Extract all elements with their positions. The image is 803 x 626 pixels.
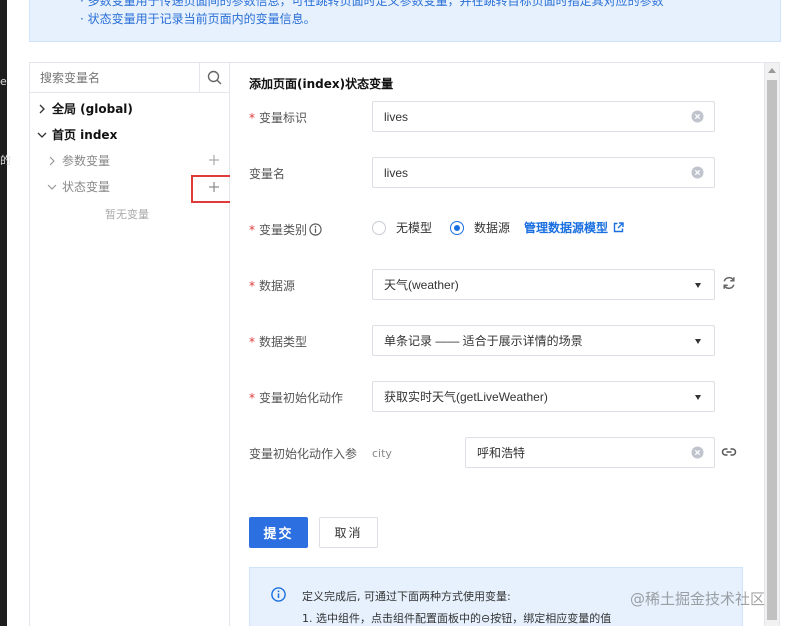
add-param-var-plus-icon[interactable]: [208, 154, 220, 166]
dropdown-arrow-icon: [695, 339, 701, 344]
info-icon: [271, 587, 286, 602]
var-type-label: * 变量类别: [249, 221, 322, 238]
submit-button[interactable]: 提交: [249, 517, 308, 548]
city-param-input[interactable]: 呼和浩特: [465, 437, 715, 468]
label-text: 变量标识: [259, 111, 308, 125]
banner-line: · 状态变量用于记录当前页面内的变量信息。: [80, 12, 316, 26]
label-text: 变量初始化动作: [259, 391, 344, 405]
scrollbar[interactable]: [764, 63, 779, 626]
required-mark: *: [249, 222, 255, 237]
required-mark: *: [249, 334, 255, 349]
var-name-label: 变量名: [249, 165, 285, 182]
manage-datasource-link[interactable]: 管理数据源模型: [524, 219, 608, 236]
clear-icon[interactable]: [691, 110, 704, 123]
radio-label: 数据源: [474, 221, 511, 235]
required-mark: *: [249, 278, 255, 293]
scrollbar-thumb[interactable]: [767, 80, 777, 620]
info-icon[interactable]: [309, 223, 322, 236]
label-text: 变量初始化动作入参: [249, 447, 358, 461]
var-type-radio-group: 无模型 数据源 管理数据源模型: [372, 219, 624, 236]
label-text: 变量类别: [259, 223, 308, 237]
input-value: lives: [384, 109, 409, 124]
param-name: city: [372, 447, 392, 460]
select-value: 获取实时天气(getLiveWeather): [384, 390, 548, 404]
info-banner: · 多数变量用于传递页面间的参数信息，可在跳转页面时定义参数变量，并在跳转目标页…: [29, 0, 781, 42]
chevron-right-icon: [39, 104, 45, 113]
required-mark: *: [249, 110, 255, 125]
left-edge-strip: e 的: [0, 0, 11, 626]
edge-char: e: [0, 75, 7, 88]
chevron-down-icon: [47, 184, 57, 190]
label-text: 数据源: [259, 279, 296, 293]
radio-label: 无模型: [396, 221, 433, 235]
banner-line: · 多数变量用于传递页面间的参数信息，可在跳转页面时定义参数变量，并在跳转目标页…: [80, 0, 664, 8]
select-value: 单条记录 —— 适合于展示详情的场景: [384, 334, 583, 348]
init-action-select[interactable]: 获取实时天气(getLiveWeather): [372, 381, 715, 412]
label-text: 变量名: [249, 167, 286, 181]
tip-line: 定义完成后, 可通过下面两种方式使用变量:: [302, 590, 511, 603]
var-id-input[interactable]: lives: [372, 101, 715, 132]
datasource-select[interactable]: 天气(weather): [372, 269, 715, 300]
required-mark: *: [249, 390, 255, 405]
dropdown-arrow-icon: [695, 395, 701, 400]
dropdown-arrow-icon: [695, 283, 701, 288]
empty-state-text: 暂无变量: [105, 208, 149, 221]
input-value: 呼和浩特: [477, 446, 526, 460]
refresh-icon[interactable]: [721, 275, 737, 291]
var-id-label: * 变量标识: [249, 109, 307, 126]
external-link-icon[interactable]: [613, 222, 624, 233]
tree-item-label: 全局 (global): [52, 102, 133, 116]
radio-no-model[interactable]: [372, 220, 386, 235]
highlight-box: [191, 175, 235, 203]
tree-item-page-index[interactable]: 首页 index: [36, 126, 117, 143]
chevron-right-icon: [49, 156, 55, 165]
watermark: @稀土掘金技术社区: [630, 590, 766, 608]
var-name-input[interactable]: lives: [372, 157, 715, 188]
scroll-up-arrow-icon[interactable]: [768, 68, 776, 73]
select-value: 天气(weather): [384, 278, 459, 292]
tree-item-param-vars[interactable]: 参数变量: [46, 152, 110, 169]
tree-item-global[interactable]: 全局 (global): [36, 100, 133, 117]
tree-item-label: 首页 index: [52, 128, 118, 142]
init-action-label: * 变量初始化动作: [249, 389, 343, 406]
datasource-label: * 数据源: [249, 277, 295, 294]
tree-item-label: 参数变量: [62, 154, 111, 168]
datatype-label: * 数据类型: [249, 333, 307, 350]
label-text: 数据类型: [259, 335, 308, 349]
clear-icon[interactable]: [691, 166, 704, 179]
form-title: 添加页面(index)状态变量: [249, 77, 394, 91]
radio-datasource[interactable]: [450, 220, 465, 235]
input-value: lives: [384, 165, 409, 180]
tree-item-state-vars[interactable]: 状态变量: [46, 178, 110, 195]
page: e 的 · 多数变量用于传递页面间的参数信息，可在跳转页面时定义参数变量，并在跳…: [0, 0, 803, 626]
search-input[interactable]: [30, 63, 200, 92]
search-row: [30, 63, 229, 93]
edge-char: 的: [0, 154, 11, 167]
variable-tree-panel: 全局 (global) 首页 index 参数变量 状态变量 暂无变量: [29, 62, 235, 626]
tree-item-label: 状态变量: [62, 180, 111, 194]
link-icon[interactable]: [721, 444, 737, 460]
cancel-button[interactable]: 取消: [319, 517, 378, 548]
datatype-select[interactable]: 单条记录 —— 适合于展示详情的场景: [372, 325, 715, 356]
init-param-label: 变量初始化动作入参: [249, 445, 357, 462]
tip-line: 1. 选中组件，点击组件配置面板中的⊖按钮，绑定相应变量的值: [302, 612, 612, 625]
search-icon[interactable]: [206, 69, 224, 87]
add-variable-form-panel: 添加页面(index)状态变量 * 变量标识 lives 变量名 lives *…: [230, 62, 780, 626]
clear-icon[interactable]: [691, 446, 704, 459]
chevron-down-icon: [37, 132, 47, 138]
